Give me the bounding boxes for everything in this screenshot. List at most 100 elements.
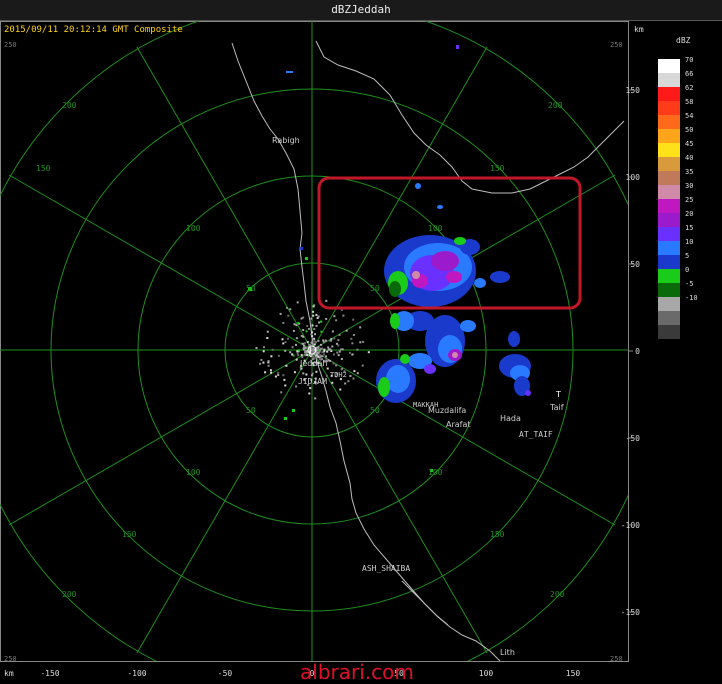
clutter-pixel xyxy=(267,360,270,363)
clutter-pixel xyxy=(356,348,359,351)
legend-value-label: 58 xyxy=(685,98,693,106)
clutter-pixel xyxy=(353,370,356,373)
x-tick-label: 150 xyxy=(566,669,581,678)
clutter-pixel xyxy=(352,318,355,321)
clutter-pixel xyxy=(296,352,299,355)
watermark: albrari.com xyxy=(300,660,414,684)
clutter-pixel xyxy=(362,340,365,343)
clutter-pixel xyxy=(320,320,323,323)
legend-value-label: 62 xyxy=(685,84,693,92)
clutter-pixel xyxy=(310,333,313,336)
clutter-pixel xyxy=(255,347,258,349)
clutter-pixel xyxy=(308,392,311,395)
clutter-pixel xyxy=(335,319,338,322)
clutter-pixel xyxy=(313,337,316,340)
clutter-pixel xyxy=(302,316,305,319)
clutter-pixel xyxy=(325,317,328,320)
clutter-pixel xyxy=(315,354,318,357)
clutter-pixel xyxy=(350,337,353,340)
clutter-pixel xyxy=(339,388,342,391)
corner-tick-br: 250 xyxy=(610,655,623,663)
clutter-pixel xyxy=(295,324,298,327)
clutter-pixel xyxy=(337,354,340,357)
ring-label-200-se: 200 xyxy=(550,590,565,599)
clutter-pixel xyxy=(315,313,318,316)
clutter-pixel xyxy=(274,375,277,378)
clutter-pixel xyxy=(292,329,295,332)
ring-label-150-sw: 150 xyxy=(122,530,137,539)
clutter-pixel xyxy=(304,346,307,349)
legend-value-label: 15 xyxy=(685,224,693,232)
legend-value-label: 35 xyxy=(685,168,693,176)
clutter-pixel xyxy=(284,341,287,344)
clutter-pixel xyxy=(282,342,285,345)
clutter-pixel xyxy=(312,310,315,313)
clutter-pixel xyxy=(336,351,339,354)
legend-swatch xyxy=(658,115,680,129)
clutter-pixel xyxy=(289,308,292,311)
clutter-pixel xyxy=(262,361,265,364)
legend-value-label: 66 xyxy=(685,70,693,78)
clutter-pixel xyxy=(320,343,322,346)
clutter-pixel xyxy=(313,343,316,346)
dbz-label: dBZ xyxy=(676,36,691,45)
clutter-pixel xyxy=(298,349,300,352)
legend-swatch xyxy=(658,59,680,73)
place-rabigh: Rabigh xyxy=(272,136,300,145)
clutter-pixel xyxy=(305,330,308,333)
clutter-pixel xyxy=(361,364,364,367)
clutter-pixel xyxy=(335,364,338,367)
clutter-pixel xyxy=(333,337,336,340)
clutter-pixel xyxy=(306,341,309,344)
corner-tick-bl: 250 xyxy=(4,655,17,663)
legend-value-label: 20 xyxy=(685,210,693,218)
clutter-pixel xyxy=(260,359,263,361)
radar-map: 50 100 150 200 50 100 150 200 50 100 150… xyxy=(0,21,722,681)
place-muzdalifa: Muzdalifa xyxy=(428,406,466,415)
clutter-pixel xyxy=(295,358,298,361)
legend-swatch xyxy=(658,101,680,115)
corner-tick-tr: 250 xyxy=(610,41,623,49)
clutter-pixel xyxy=(262,350,265,353)
legend-swatch xyxy=(658,213,680,227)
dbz-legend: 706662585450454035302520151050-5-10 xyxy=(658,56,698,339)
clutter-pixel xyxy=(282,374,285,377)
clutter-pixel xyxy=(321,355,324,358)
clutter-pixel xyxy=(295,337,298,340)
ring-label-200-sw: 200 xyxy=(62,590,77,599)
x-tick-label: 100 xyxy=(479,669,494,678)
place-taif: Taif xyxy=(549,403,564,412)
clutter-pixel xyxy=(326,350,329,353)
clutter-pixel xyxy=(297,321,300,324)
ring-label-100-se: 100 xyxy=(428,468,443,477)
clutter-pixel xyxy=(323,348,326,351)
legend-swatch xyxy=(658,283,680,297)
clutter-pixel xyxy=(356,372,359,375)
clutter-pixel xyxy=(296,301,299,304)
legend-value-label: 45 xyxy=(685,140,693,148)
legend-value-label: 50 xyxy=(685,126,693,134)
clutter-pixel xyxy=(337,339,340,342)
legend-swatch xyxy=(658,87,680,101)
clutter-pixel xyxy=(313,328,316,330)
clutter-pixel xyxy=(302,329,305,331)
x-tick-label: -100 xyxy=(127,669,146,678)
legend-value-label: 0 xyxy=(685,266,689,274)
clutter-pixel xyxy=(300,334,303,337)
clutter-pixel xyxy=(291,346,294,349)
place-ash-shaiba: ASH_SHAIBA xyxy=(362,564,410,573)
ring-label-50-se: 50 xyxy=(370,406,380,415)
corner-tick-tl: 250 xyxy=(4,41,17,49)
clutter-pixel xyxy=(342,314,345,317)
clutter-pixel xyxy=(286,307,289,309)
clutter-pixel xyxy=(329,339,332,342)
clutter-pixel xyxy=(264,371,267,374)
clutter-pixel xyxy=(351,353,354,356)
clutter-pixel xyxy=(310,341,313,344)
clutter-pixel xyxy=(317,315,320,318)
legend-swatch xyxy=(658,269,680,283)
legend-swatch xyxy=(658,171,680,185)
clutter-pixel xyxy=(323,350,326,353)
place-jeddah: Jeddah xyxy=(299,359,327,368)
clutter-pixel xyxy=(304,350,307,353)
